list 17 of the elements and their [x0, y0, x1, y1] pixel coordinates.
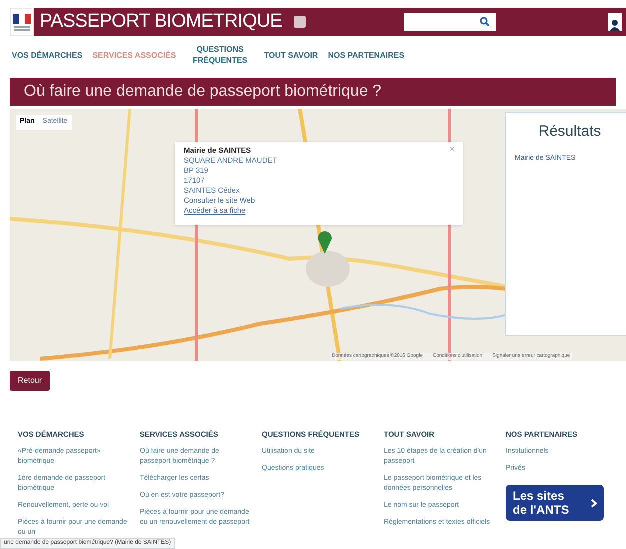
page-title: Où faire une demande de passeport biométrique ? — [24, 82, 382, 102]
back-button[interactable]: Retour — [10, 371, 50, 391]
user-icon — [610, 19, 620, 31]
search-field[interactable] — [404, 13, 496, 31]
nav-link[interactable]: SERVICES ASSOCIÉS — [92, 50, 176, 60]
chevron-right-icon — [591, 498, 597, 508]
ants-sites-banner[interactable]: Les sites de l'ANTS — [506, 485, 604, 522]
search-icon[interactable] — [480, 17, 490, 27]
nav-link[interactable]: NOS PARTENAIRES — [328, 50, 405, 60]
site-title: PASSEPORT BIOMETRIQUE — [40, 10, 282, 34]
nav-link[interactable]: VOS DÉMARCHES — [12, 50, 83, 60]
user-button[interactable] — [608, 13, 622, 31]
close-icon[interactable]: × — [450, 144, 455, 154]
nav-link[interactable]: TOUT SAVOIR — [264, 50, 318, 60]
flag-logo-icon — [10, 8, 34, 36]
nav-link[interactable]: QUESTIONS FRÉQUENTES — [192, 44, 248, 66]
results-title: Résultats — [538, 122, 602, 142]
